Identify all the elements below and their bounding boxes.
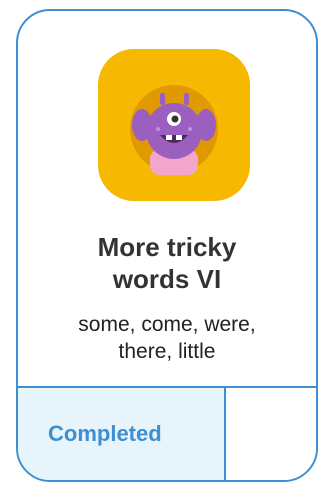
purple-monster-icon <box>130 85 218 175</box>
lesson-word-list: some, come, were, there, little <box>38 311 296 365</box>
word-list-line: some, come, were, <box>78 313 256 336</box>
status-label: Completed <box>48 421 162 446</box>
lesson-tile <box>98 49 250 201</box>
word-list-line: there, little <box>118 340 216 363</box>
lesson-card[interactable]: More tricky words VI some, come, were, t… <box>16 9 318 482</box>
lesson-title-line: More tricky <box>97 232 237 262</box>
footer-empty-cell <box>226 388 316 480</box>
status-completed: Completed <box>18 388 226 480</box>
card-footer: Completed <box>18 386 316 480</box>
lesson-title-line: words VI <box>112 264 222 294</box>
lesson-title: More tricky words VI <box>18 231 316 295</box>
